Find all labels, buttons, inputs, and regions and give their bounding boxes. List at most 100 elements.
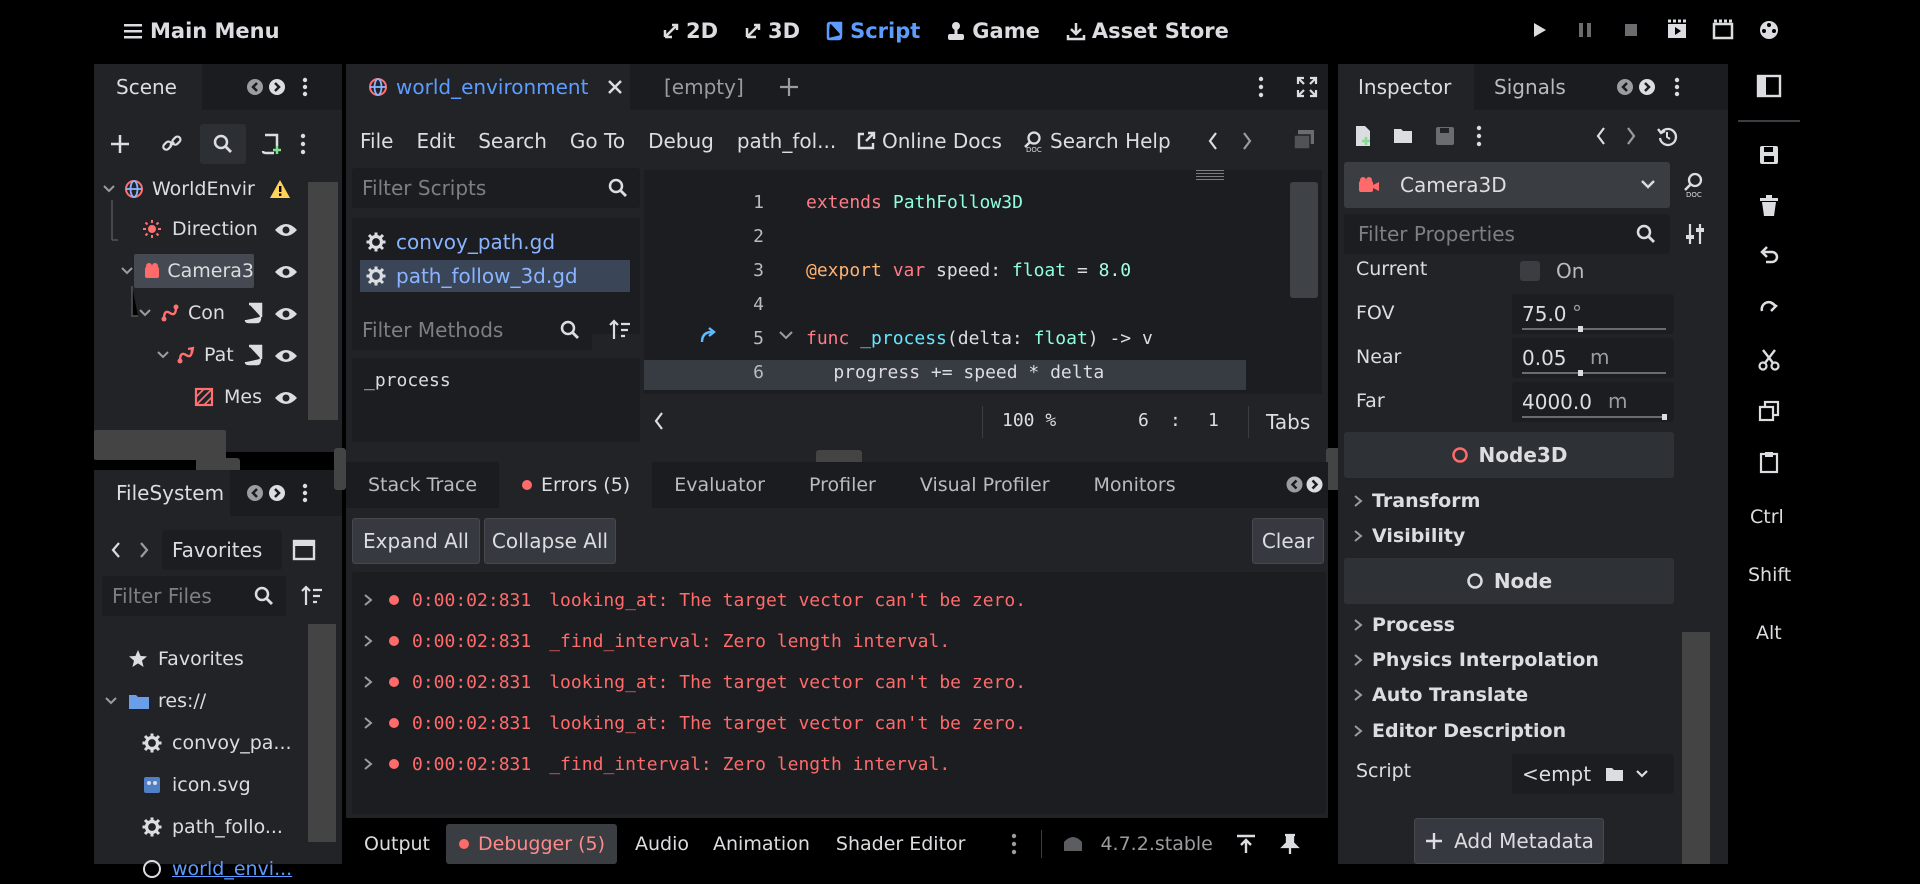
bottom-tab-shader-editor[interactable]: Shader Editor (822, 824, 978, 864)
error-row[interactable]: 0:00:02:831 _find_interval: Zero length … (352, 748, 950, 780)
split-view-icon[interactable] (292, 539, 316, 561)
bottom-kebab-icon[interactable] (1011, 833, 1017, 855)
menu-file[interactable]: File (360, 129, 393, 153)
filter-files-input[interactable]: Filter Files (102, 576, 286, 616)
copy-icon[interactable] (1758, 400, 1780, 422)
scene-kebab-icon[interactable] (300, 133, 306, 155)
script-icon[interactable] (244, 302, 264, 324)
cut-icon[interactable] (1758, 348, 1780, 372)
prev-script-icon[interactable] (1206, 130, 1220, 152)
far-field[interactable]: 4000.0 m (1512, 382, 1674, 422)
section-node3d[interactable]: Node3D (1344, 432, 1674, 478)
open-documentation-icon[interactable]: DOC (1682, 172, 1706, 198)
visibility-eye-icon[interactable] (274, 306, 298, 322)
scene-tree-hscrollbar[interactable] (94, 430, 226, 460)
script-list-item[interactable]: convoy_path.gd (360, 226, 630, 258)
forward-arrow-icon[interactable] (136, 540, 152, 560)
path-field[interactable]: Favorites (162, 530, 282, 570)
fs-item[interactable]: path_follo... (142, 812, 283, 842)
next-script-icon[interactable] (1240, 130, 1254, 152)
fs-item[interactable]: res:// (104, 686, 206, 716)
toggle-scripts-list-icon[interactable] (652, 410, 666, 432)
indent-mode[interactable]: Tabs (1266, 410, 1310, 434)
tabs-left-arrow-icon[interactable] (1286, 476, 1303, 493)
dock-right-arrow-icon[interactable] (268, 78, 286, 96)
inspector-kebab-icon[interactable] (1476, 125, 1482, 147)
tab-inspector[interactable]: Inspector (1338, 64, 1474, 110)
add-node-icon[interactable] (108, 132, 132, 156)
tree-item[interactable]: Con (138, 298, 225, 328)
tab-world-environment[interactable]: world_environment (346, 64, 630, 110)
method-override-icon[interactable] (698, 324, 720, 346)
mode-game-button[interactable]: Game (946, 19, 1040, 43)
tab-empty[interactable]: [empty] (664, 64, 744, 110)
tree-item[interactable]: Mes (194, 382, 262, 412)
key-alt[interactable]: Alt (1756, 622, 1782, 644)
toggle-scripts-panel-icon[interactable] (1292, 128, 1316, 152)
close-tab-icon[interactable] (606, 78, 624, 96)
online-docs-button[interactable]: Online Docs (856, 124, 1002, 158)
pin-icon[interactable] (1279, 833, 1301, 855)
left-split-handle[interactable] (334, 448, 346, 490)
group-transform[interactable]: Transform (1352, 486, 1480, 516)
filter-properties-input[interactable]: Filter Properties (1344, 214, 1670, 254)
near-field[interactable]: 0.05 m (1512, 338, 1674, 378)
visibility-eye-icon[interactable] (274, 264, 298, 280)
pause-icon[interactable] (1574, 18, 1596, 42)
delete-icon[interactable] (1758, 194, 1780, 218)
visibility-eye-icon[interactable] (274, 390, 298, 406)
play-scene-icon[interactable] (1666, 18, 1688, 42)
dock-menu-kebab-icon[interactable] (1674, 77, 1680, 97)
version-label[interactable]: 4.7.2.stable (1100, 833, 1212, 855)
history-icon[interactable] (1656, 125, 1678, 147)
back-arrow-icon[interactable] (108, 540, 124, 560)
bottom-tab-output[interactable]: Output (346, 824, 446, 864)
dock-left-arrow-icon[interactable] (1616, 78, 1634, 96)
filter-nodes-button[interactable] (200, 124, 246, 164)
visibility-eye-icon[interactable] (274, 348, 298, 364)
tab-scene[interactable]: Scene (94, 64, 202, 110)
main-menu-button[interactable]: Main Menu (124, 16, 280, 46)
zoom-level[interactable]: 100 % (1002, 410, 1056, 431)
tab-signals[interactable]: Signals (1474, 64, 1566, 110)
filter-scripts-input[interactable]: Filter Scripts (352, 168, 640, 208)
save-icon[interactable] (1758, 144, 1780, 166)
tab-stack-trace[interactable]: Stack Trace (346, 462, 499, 508)
tab-monitors[interactable]: Monitors (1072, 462, 1198, 508)
sort-icon[interactable] (300, 584, 324, 608)
group-physics-interpolation[interactable]: Physics Interpolation (1352, 645, 1599, 675)
sort-methods-icon[interactable] (608, 318, 632, 342)
distraction-free-icon[interactable] (1296, 76, 1318, 98)
new-resource-icon[interactable] (1352, 124, 1374, 148)
fs-item[interactable]: Favorites (128, 644, 244, 674)
inspector-vscrollbar[interactable] (1682, 632, 1710, 864)
script-list-item-selected[interactable]: path_follow_3d.gd (360, 260, 630, 292)
menu-edit[interactable]: Edit (416, 129, 455, 153)
save-icon[interactable] (1434, 125, 1456, 147)
dock-left-arrow-icon[interactable] (246, 484, 264, 502)
fs-item[interactable]: icon.svg (142, 770, 251, 800)
dock-right-arrow-icon[interactable] (268, 484, 286, 502)
dock-right-arrow-icon[interactable] (1638, 78, 1656, 96)
group-auto-translate[interactable]: Auto Translate (1352, 680, 1528, 710)
redo-icon[interactable] (1758, 296, 1780, 318)
error-row[interactable]: 0:00:02:831 _find_interval: Zero length … (352, 625, 950, 657)
dock-menu-kebab-icon[interactable] (302, 483, 308, 503)
menu-search[interactable]: Search (478, 129, 547, 153)
error-row[interactable]: 0:00:02:831 looking_at: The target vecto… (352, 666, 1026, 698)
fs-item[interactable]: world_envi... (142, 854, 292, 884)
open-folder-icon[interactable] (1392, 125, 1416, 147)
property-tools-icon[interactable] (1684, 222, 1706, 246)
script-resource-picker[interactable]: <empt (1512, 754, 1674, 794)
tree-item[interactable]: Pat (156, 340, 234, 370)
menu-current-script[interactable]: path_fol... (737, 129, 836, 153)
filter-methods-input[interactable]: Filter Methods (352, 310, 592, 350)
code-vscrollbar[interactable] (1290, 182, 1318, 298)
movie-maker-icon[interactable] (1758, 18, 1780, 42)
toggle-dock-layout-icon[interactable] (1756, 74, 1782, 98)
dock-left-arrow-icon[interactable] (246, 78, 264, 96)
bottom-tab-animation[interactable]: Animation (701, 824, 822, 864)
mode-2d-button[interactable]: 2D (662, 19, 718, 43)
tabs-right-arrow-icon[interactable] (1306, 476, 1323, 493)
tree-item[interactable]: WorldEnvir (102, 174, 291, 204)
